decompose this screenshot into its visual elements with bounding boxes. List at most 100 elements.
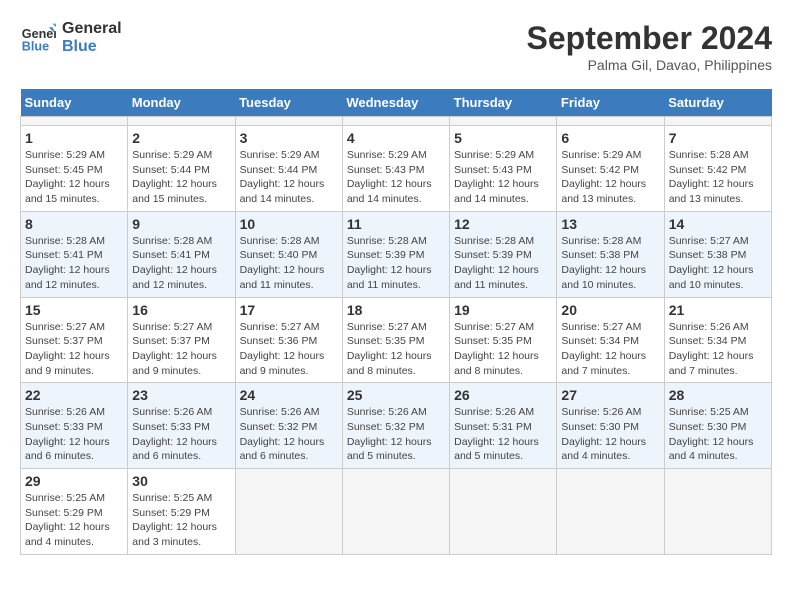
- calendar-cell: 7Sunrise: 5:28 AMSunset: 5:42 PMDaylight…: [664, 126, 771, 212]
- title-section: September 2024 Palma Gil, Davao, Philipp…: [527, 20, 772, 73]
- day-number: 2: [132, 130, 230, 146]
- day-detail: Sunrise: 5:26 AMSunset: 5:33 PMDaylight:…: [132, 405, 230, 464]
- calendar-cell: 5Sunrise: 5:29 AMSunset: 5:43 PMDaylight…: [450, 126, 557, 212]
- day-detail: Sunrise: 5:26 AMSunset: 5:34 PMDaylight:…: [669, 320, 767, 379]
- calendar-cell: [664, 117, 771, 126]
- day-number: 5: [454, 130, 552, 146]
- week-row-5: 29 Sunrise: 5:25 AMSunset: 5:29 PMDayligh…: [21, 469, 772, 555]
- header-wednesday: Wednesday: [342, 89, 449, 117]
- calendar-cell: 23 Sunrise: 5:26 AMSunset: 5:33 PMDayligh…: [128, 383, 235, 469]
- day-detail: Sunrise: 5:27 AMSunset: 5:36 PMDaylight:…: [240, 320, 338, 379]
- week-row-3: 15Sunrise: 5:27 AMSunset: 5:37 PMDayligh…: [21, 297, 772, 383]
- day-detail: Sunrise: 5:28 AMSunset: 5:39 PMDaylight:…: [347, 234, 445, 293]
- day-number: 29: [25, 473, 123, 489]
- day-number: 17: [240, 302, 338, 318]
- logo-icon: General Blue: [20, 20, 56, 56]
- day-number: 8: [25, 216, 123, 232]
- calendar-cell: 1 Sunrise: 5:29 AMSunset: 5:45 PMDaylight…: [21, 126, 128, 212]
- day-number: 1: [25, 130, 123, 146]
- day-detail: Sunrise: 5:25 AMSunset: 5:29 PMDaylight:…: [25, 491, 123, 550]
- day-detail: Sunrise: 5:27 AMSunset: 5:35 PMDaylight:…: [347, 320, 445, 379]
- day-detail: Sunrise: 5:26 AMSunset: 5:32 PMDaylight:…: [240, 405, 338, 464]
- calendar-cell: 21 Sunrise: 5:26 AMSunset: 5:34 PMDayligh…: [664, 297, 771, 383]
- month-year: September 2024: [527, 20, 772, 57]
- calendar-cell: 2 Sunrise: 5:29 AMSunset: 5:44 PMDaylight…: [128, 126, 235, 212]
- calendar-cell: [128, 117, 235, 126]
- calendar-cell: [342, 117, 449, 126]
- day-detail: Sunrise: 5:29 AMSunset: 5:44 PMDaylight:…: [240, 148, 338, 207]
- week-row-4: 22Sunrise: 5:26 AMSunset: 5:33 PMDayligh…: [21, 383, 772, 469]
- calendar-cell: 22Sunrise: 5:26 AMSunset: 5:33 PMDayligh…: [21, 383, 128, 469]
- header-sunday: Sunday: [21, 89, 128, 117]
- day-detail: Sunrise: 5:26 AMSunset: 5:31 PMDaylight:…: [454, 405, 552, 464]
- calendar-cell: 4 Sunrise: 5:29 AMSunset: 5:43 PMDaylight…: [342, 126, 449, 212]
- day-number: 19: [454, 302, 552, 318]
- calendar-cell: 11Sunrise: 5:28 AMSunset: 5:39 PMDayligh…: [342, 211, 449, 297]
- day-detail: Sunrise: 5:28 AMSunset: 5:41 PMDaylight:…: [132, 234, 230, 293]
- day-detail: Sunrise: 5:25 AMSunset: 5:29 PMDaylight:…: [132, 491, 230, 550]
- calendar-cell: [21, 117, 128, 126]
- calendar-cell: [450, 469, 557, 555]
- calendar-cell: [557, 117, 664, 126]
- header-saturday: Saturday: [664, 89, 771, 117]
- day-number: 21: [669, 302, 767, 318]
- day-detail: Sunrise: 5:25 AMSunset: 5:30 PMDaylight:…: [669, 405, 767, 464]
- calendar-cell: [342, 469, 449, 555]
- day-number: 12: [454, 216, 552, 232]
- day-detail: Sunrise: 5:26 AMSunset: 5:30 PMDaylight:…: [561, 405, 659, 464]
- day-detail: Sunrise: 5:29 AMSunset: 5:43 PMDaylight:…: [347, 148, 445, 207]
- day-number: 6: [561, 130, 659, 146]
- day-detail: Sunrise: 5:28 AMSunset: 5:38 PMDaylight:…: [561, 234, 659, 293]
- calendar-cell: 28 Sunrise: 5:25 AMSunset: 5:30 PMDayligh…: [664, 383, 771, 469]
- calendar-cell: 18 Sunrise: 5:27 AMSunset: 5:35 PMDayligh…: [342, 297, 449, 383]
- calendar-cell: 10Sunrise: 5:28 AMSunset: 5:40 PMDayligh…: [235, 211, 342, 297]
- calendar-cell: 14Sunrise: 5:27 AMSunset: 5:38 PMDayligh…: [664, 211, 771, 297]
- calendar-cell: 25 Sunrise: 5:26 AMSunset: 5:32 PMDayligh…: [342, 383, 449, 469]
- day-number: 20: [561, 302, 659, 318]
- day-detail: Sunrise: 5:26 AMSunset: 5:32 PMDaylight:…: [347, 405, 445, 464]
- day-detail: Sunrise: 5:28 AMSunset: 5:42 PMDaylight:…: [669, 148, 767, 207]
- day-number: 16: [132, 302, 230, 318]
- day-number: 13: [561, 216, 659, 232]
- calendar-cell: [557, 469, 664, 555]
- calendar-cell: [235, 469, 342, 555]
- calendar-cell: [664, 469, 771, 555]
- calendar-cell: 8Sunrise: 5:28 AMSunset: 5:41 PMDaylight…: [21, 211, 128, 297]
- day-number: 24: [240, 387, 338, 403]
- day-number: 18: [347, 302, 445, 318]
- day-detail: Sunrise: 5:29 AMSunset: 5:44 PMDaylight:…: [132, 148, 230, 207]
- calendar-cell: 9Sunrise: 5:28 AMSunset: 5:41 PMDaylight…: [128, 211, 235, 297]
- day-detail: Sunrise: 5:29 AMSunset: 5:45 PMDaylight:…: [25, 148, 123, 207]
- calendar-cell: [235, 117, 342, 126]
- calendar-table: SundayMondayTuesdayWednesdayThursdayFrid…: [20, 89, 772, 555]
- calendar-cell: 30Sunrise: 5:25 AMSunset: 5:29 PMDayligh…: [128, 469, 235, 555]
- calendar-cell: 13 Sunrise: 5:28 AMSunset: 5:38 PMDayligh…: [557, 211, 664, 297]
- day-detail: Sunrise: 5:27 AMSunset: 5:35 PMDaylight:…: [454, 320, 552, 379]
- calendar-cell: 27 Sunrise: 5:26 AMSunset: 5:30 PMDayligh…: [557, 383, 664, 469]
- day-number: 3: [240, 130, 338, 146]
- weekday-header-row: SundayMondayTuesdayWednesdayThursdayFrid…: [21, 89, 772, 117]
- calendar-cell: [450, 117, 557, 126]
- day-number: 10: [240, 216, 338, 232]
- day-detail: Sunrise: 5:28 AMSunset: 5:39 PMDaylight:…: [454, 234, 552, 293]
- week-row-0: [21, 117, 772, 126]
- calendar-cell: 12 Sunrise: 5:28 AMSunset: 5:39 PMDayligh…: [450, 211, 557, 297]
- day-number: 15: [25, 302, 123, 318]
- day-number: 25: [347, 387, 445, 403]
- week-row-1: 1 Sunrise: 5:29 AMSunset: 5:45 PMDaylight…: [21, 126, 772, 212]
- week-row-2: 8 Sunrise: 5:28 AMSunset: 5:41 PMDaylight…: [21, 211, 772, 297]
- day-number: 26: [454, 387, 552, 403]
- day-number: 23: [132, 387, 230, 403]
- day-detail: Sunrise: 5:27 AMSunset: 5:38 PMDaylight:…: [669, 234, 767, 293]
- day-number: 27: [561, 387, 659, 403]
- day-detail: Sunrise: 5:27 AMSunset: 5:34 PMDaylight:…: [561, 320, 659, 379]
- header-friday: Friday: [557, 89, 664, 117]
- header-tuesday: Tuesday: [235, 89, 342, 117]
- page-header: General Blue General Blue September 2024…: [20, 20, 772, 73]
- day-detail: Sunrise: 5:29 AMSunset: 5:42 PMDaylight:…: [561, 148, 659, 207]
- day-number: 4: [347, 130, 445, 146]
- day-number: 28: [669, 387, 767, 403]
- calendar-cell: 29 Sunrise: 5:25 AMSunset: 5:29 PMDayligh…: [21, 469, 128, 555]
- calendar-cell: 24 Sunrise: 5:26 AMSunset: 5:32 PMDayligh…: [235, 383, 342, 469]
- calendar-cell: 16Sunrise: 5:27 AMSunset: 5:37 PMDayligh…: [128, 297, 235, 383]
